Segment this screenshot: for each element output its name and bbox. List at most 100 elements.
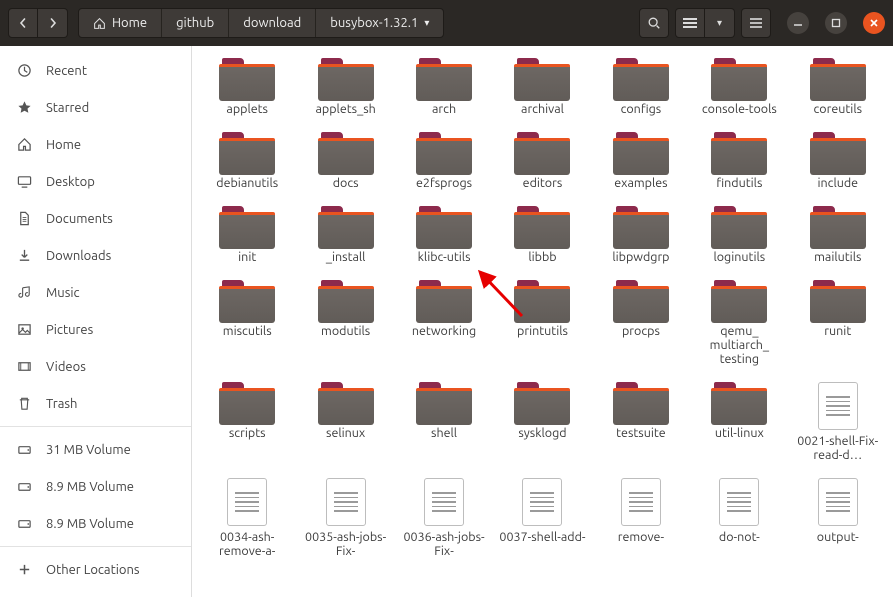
hamburger-menu-button[interactable] xyxy=(741,8,771,38)
search-button[interactable] xyxy=(639,8,669,38)
grid-item[interactable]: sysklogd xyxy=(495,382,589,462)
grid-item[interactable]: loginutils xyxy=(692,206,786,264)
folder-icon xyxy=(711,206,767,246)
item-label: 0021-shell-Fix-read-d… xyxy=(792,434,884,462)
item-label: procps xyxy=(620,324,662,338)
minimize-button[interactable] xyxy=(787,12,809,34)
item-label: klibc-utils xyxy=(416,250,473,264)
sidebar-item-music[interactable]: Music xyxy=(0,274,191,311)
grid-item[interactable]: 0035-ash-jobs-Fix- xyxy=(298,478,392,558)
sidebar-item-other-locations[interactable]: Other Locations xyxy=(0,551,191,588)
sidebar-item-recent[interactable]: Recent xyxy=(0,52,191,89)
sidebar-item-volume-0[interactable]: 31 MB Volume xyxy=(0,431,191,468)
grid-item[interactable]: _install xyxy=(298,206,392,264)
grid-item[interactable]: debianutils xyxy=(200,132,294,190)
grid-item[interactable]: archival xyxy=(495,58,589,116)
grid-item[interactable]: 0036-ash-jobs-Fix- xyxy=(397,478,491,558)
item-label: testsuite xyxy=(614,426,668,440)
grid-item[interactable]: 0021-shell-Fix-read-d… xyxy=(791,382,885,462)
grid-item[interactable]: scripts xyxy=(200,382,294,462)
folder-icon xyxy=(810,132,866,172)
crumb-home[interactable]: Home xyxy=(79,9,162,37)
grid-item[interactable]: 0034-ash-remove-a- xyxy=(200,478,294,558)
grid-item[interactable]: coreutils xyxy=(791,58,885,116)
grid-item[interactable]: docs xyxy=(298,132,392,190)
sidebar-item-volume-1[interactable]: 8.9 MB Volume xyxy=(0,468,191,505)
folder-icon xyxy=(219,58,275,98)
grid-item[interactable]: do-not- xyxy=(692,478,786,558)
grid-item[interactable]: examples xyxy=(594,132,688,190)
grid-item[interactable]: console-tools xyxy=(692,58,786,116)
grid-item[interactable]: libpwdgrp xyxy=(594,206,688,264)
grid-item[interactable]: runit xyxy=(791,280,885,366)
item-label: output- xyxy=(815,530,861,544)
grid-item[interactable]: util-linux xyxy=(692,382,786,462)
grid-item[interactable]: include xyxy=(791,132,885,190)
sidebar-item-downloads[interactable]: Downloads xyxy=(0,237,191,274)
folder-icon xyxy=(318,382,374,422)
crumb-download[interactable]: download xyxy=(229,9,316,37)
grid-item[interactable]: 0037-shell-add- xyxy=(495,478,589,558)
grid-item[interactable]: qemu_multiarch_testing xyxy=(692,280,786,366)
close-button[interactable] xyxy=(863,12,885,34)
sidebar-item-home[interactable]: Home xyxy=(0,126,191,163)
content-pane[interactable]: applets applets_sh arch archival configs… xyxy=(192,46,893,597)
grid-item[interactable]: applets xyxy=(200,58,294,116)
forward-button[interactable] xyxy=(38,8,68,38)
sidebar-item-pictures[interactable]: Pictures xyxy=(0,311,191,348)
sidebar-item-videos[interactable]: Videos xyxy=(0,348,191,385)
crumb-label: github xyxy=(176,16,214,30)
folder-icon xyxy=(219,206,275,246)
folder-icon xyxy=(711,58,767,98)
sidebar-item-starred[interactable]: Starred xyxy=(0,89,191,126)
sidebar-item-documents[interactable]: Documents xyxy=(0,200,191,237)
folder-icon xyxy=(416,206,472,246)
back-button[interactable] xyxy=(8,8,38,38)
view-options-button[interactable]: ▾ xyxy=(705,8,735,38)
grid-item[interactable]: modutils xyxy=(298,280,392,366)
sidebar-item-desktop[interactable]: Desktop xyxy=(0,163,191,200)
grid-item[interactable]: shell xyxy=(397,382,491,462)
crumb-current[interactable]: busybox-1.32.1 ▾ xyxy=(316,9,443,37)
grid-item[interactable]: klibc-utils xyxy=(397,206,491,264)
grid-item[interactable]: editors xyxy=(495,132,589,190)
item-label: _install xyxy=(324,250,368,264)
grid-item[interactable]: findutils xyxy=(692,132,786,190)
star-icon xyxy=(16,100,32,115)
item-label: 0034-ash-remove-a- xyxy=(201,530,293,558)
grid-item[interactable]: applets_sh xyxy=(298,58,392,116)
item-label: editors xyxy=(521,176,565,190)
home-icon xyxy=(16,137,32,152)
plus-icon xyxy=(16,562,32,577)
sidebar-item-volume-2[interactable]: 8.9 MB Volume xyxy=(0,505,191,542)
grid-item[interactable]: miscutils xyxy=(200,280,294,366)
maximize-button[interactable] xyxy=(825,12,847,34)
grid-item[interactable]: output- xyxy=(791,478,885,558)
grid-item[interactable]: mailutils xyxy=(791,206,885,264)
grid-item[interactable]: networking xyxy=(397,280,491,366)
disk-icon xyxy=(16,479,32,494)
trash-icon xyxy=(16,396,32,411)
sidebar-item-trash[interactable]: Trash xyxy=(0,385,191,422)
item-label: examples xyxy=(612,176,669,190)
view-list-button[interactable] xyxy=(675,8,705,38)
grid-item[interactable]: printutils xyxy=(495,280,589,366)
grid-item[interactable]: libbb xyxy=(495,206,589,264)
textfile-icon xyxy=(719,478,759,526)
grid-item[interactable]: configs xyxy=(594,58,688,116)
grid-item[interactable]: procps xyxy=(594,280,688,366)
grid-item[interactable]: arch xyxy=(397,58,491,116)
grid-item[interactable]: e2fsprogs xyxy=(397,132,491,190)
music-icon xyxy=(16,285,32,300)
item-label: init xyxy=(236,250,258,264)
folder-icon xyxy=(810,280,866,320)
item-label: configs xyxy=(619,102,664,116)
grid-item[interactable]: testsuite xyxy=(594,382,688,462)
chevron-down-icon: ▾ xyxy=(717,17,722,29)
crumb-github[interactable]: github xyxy=(162,9,229,37)
grid-item[interactable]: selinux xyxy=(298,382,392,462)
main-area: Recent Starred Home Desktop Documents Do… xyxy=(0,46,893,597)
grid-item[interactable]: init xyxy=(200,206,294,264)
list-icon xyxy=(683,17,697,29)
grid-item[interactable]: remove- xyxy=(594,478,688,558)
